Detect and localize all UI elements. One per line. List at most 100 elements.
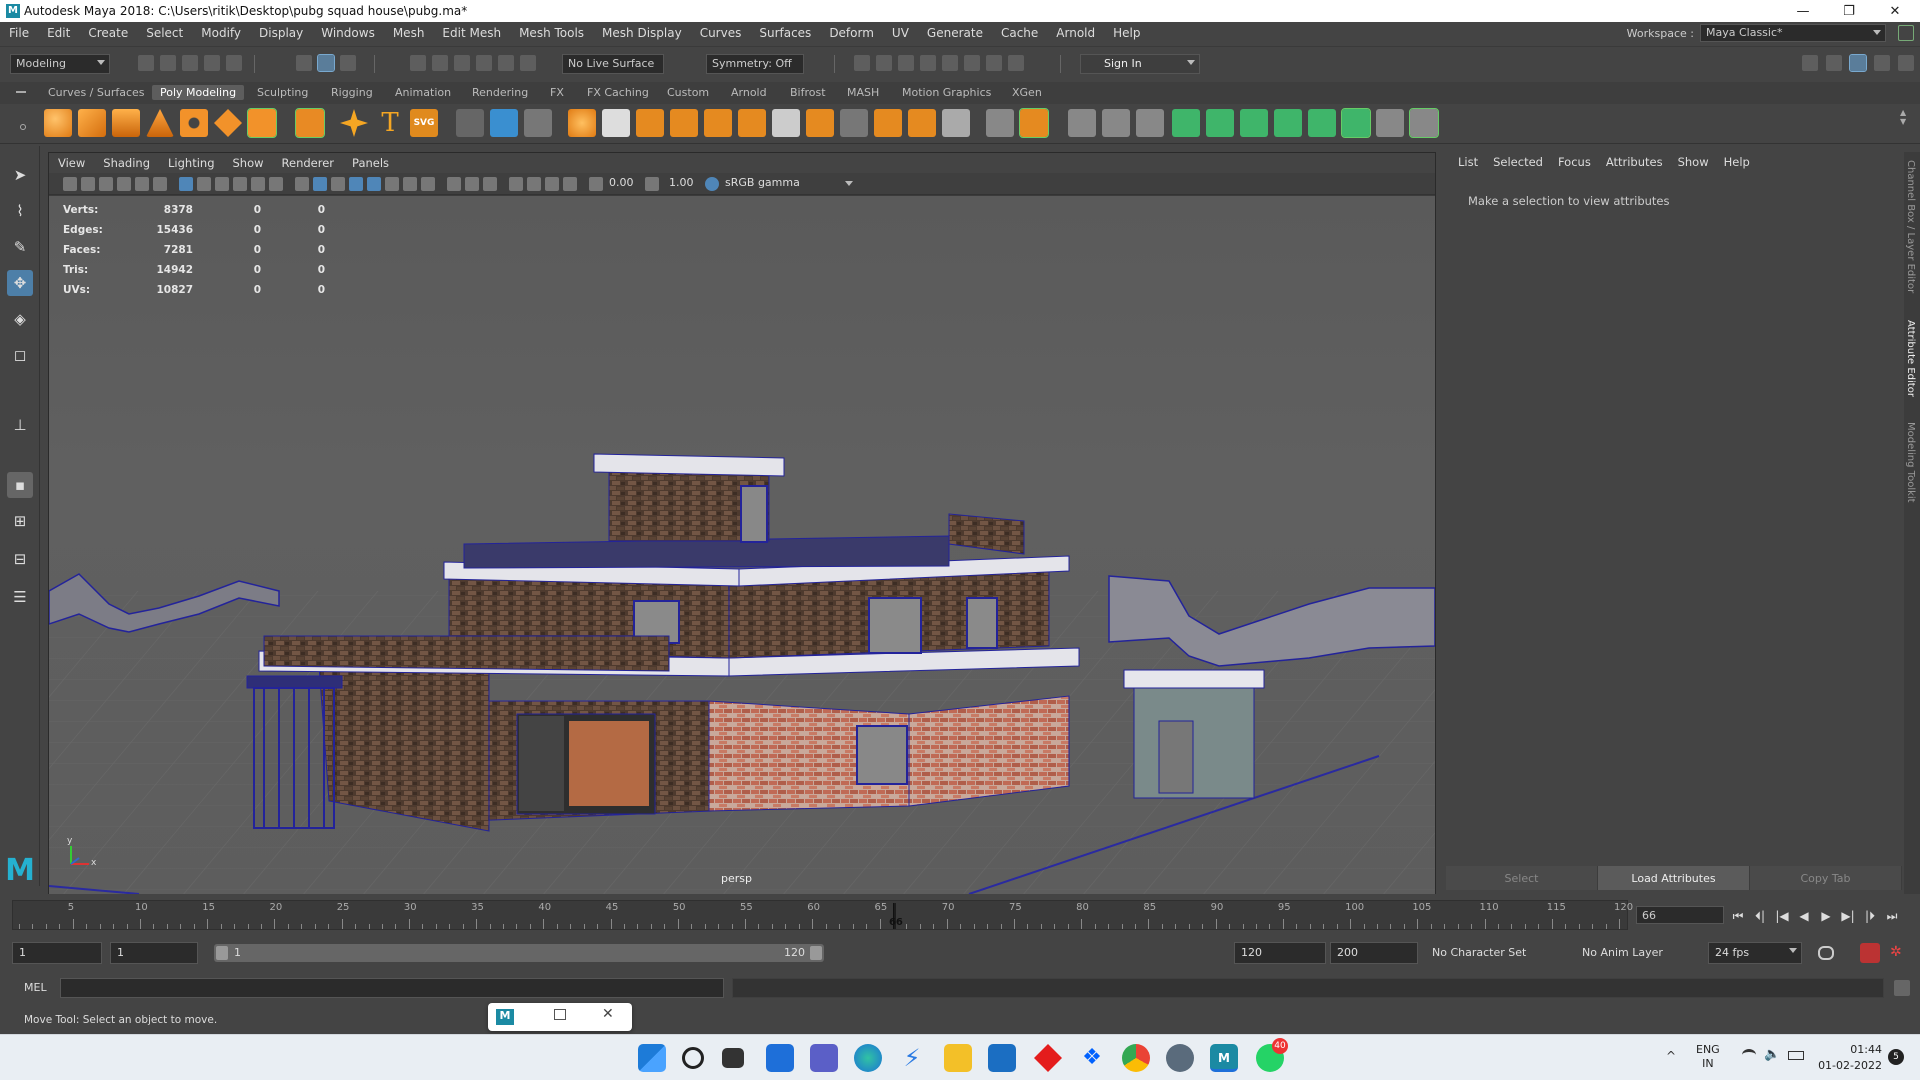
bevel-icon[interactable] <box>772 109 800 137</box>
xray-joints-icon[interactable] <box>563 177 577 191</box>
battery-icon[interactable] <box>1788 1051 1804 1060</box>
ae-menu-list[interactable]: List <box>1452 155 1487 169</box>
planar-uv-icon[interactable] <box>1206 109 1234 137</box>
viewport-scene[interactable]: Verts: 8378 0 0 Edges: 15436 0 0 Faces: 7281 0 0 … <box>49 196 1435 894</box>
target-weld-icon[interactable] <box>1068 109 1096 137</box>
menu-edit-mesh[interactable]: Edit Mesh <box>433 26 510 40</box>
script-editor-icon[interactable] <box>1894 980 1910 996</box>
render-settings-icon[interactable] <box>920 55 936 71</box>
menu-select[interactable]: Select <box>137 26 192 40</box>
smooth-icon[interactable] <box>568 109 596 137</box>
vp-menu-view[interactable]: View <box>49 156 94 170</box>
vp-menu-show[interactable]: Show <box>224 156 273 170</box>
chevron-down-icon[interactable] <box>845 181 853 186</box>
bridge-icon[interactable] <box>738 109 766 137</box>
close-button[interactable]: ✕ <box>1872 0 1918 22</box>
shelf-tab-motion-graphics[interactable]: Motion Graphics <box>902 85 991 100</box>
lock-icon[interactable] <box>1898 25 1914 41</box>
menu-cache[interactable]: Cache <box>992 26 1047 40</box>
xray-active-icon[interactable] <box>545 177 559 191</box>
poly-torus-icon[interactable] <box>180 109 208 137</box>
menu-mesh[interactable]: Mesh <box>384 26 434 40</box>
step-back-frame-icon[interactable]: |◀ <box>1774 908 1790 924</box>
snap-surface-icon[interactable] <box>520 55 536 71</box>
shelf-tab-rigging[interactable]: Rigging <box>331 85 373 100</box>
shelf-tab-sculpting[interactable]: Sculpting <box>257 85 308 100</box>
maximize-button[interactable]: ❐ <box>1826 0 1872 22</box>
menu-file[interactable]: File <box>0 26 38 40</box>
ae-menu-focus[interactable]: Focus <box>1552 155 1600 169</box>
whatsapp-icon[interactable]: 40 <box>1256 1038 1288 1072</box>
fps-dropdown[interactable]: 24 fps <box>1708 942 1802 964</box>
attribute-editor-toggle-icon[interactable] <box>1849 54 1867 72</box>
exposure-icon[interactable] <box>589 177 603 191</box>
single-perspective-layout-icon[interactable]: ▪ <box>7 472 33 498</box>
shelf-tab-animation[interactable]: Animation <box>395 85 451 100</box>
thunder-app-icon[interactable]: ⚡ <box>898 1044 926 1072</box>
time-slider-track[interactable]: 5 10 15 20 25 30 35 40 45 50 55 60 65 70 75 80 85 90 95 100… <box>12 900 1633 930</box>
insert-edge-loop-icon[interactable] <box>986 109 1014 137</box>
menu-generate[interactable]: Generate <box>918 26 992 40</box>
sweep-mesh-icon[interactable] <box>456 109 484 137</box>
append-to-polygon-icon[interactable] <box>840 109 868 137</box>
field-chart-icon[interactable] <box>251 177 265 191</box>
open-scene-icon[interactable] <box>160 55 176 71</box>
select-camera-icon[interactable] <box>63 177 77 191</box>
mirror-icon[interactable] <box>670 109 698 137</box>
shelf-tab-arnold[interactable]: Arnold <box>731 85 767 100</box>
redo-icon[interactable] <box>226 55 242 71</box>
step-back-key-icon[interactable]: ⏴| <box>1752 908 1768 924</box>
anim-layer-dropdown[interactable]: No Anim Layer <box>1582 946 1663 959</box>
lasso-tool-icon[interactable]: ⌇ <box>7 198 33 224</box>
use-all-lights-icon[interactable] <box>385 177 399 191</box>
start-menu-icon[interactable] <box>638 1044 666 1072</box>
pause-icon[interactable] <box>1008 55 1024 71</box>
menu-display[interactable]: Display <box>250 26 312 40</box>
new-scene-icon[interactable] <box>138 55 154 71</box>
menu-modify[interactable]: Modify <box>192 26 250 40</box>
snap-point-icon[interactable] <box>454 55 470 71</box>
menu-curves[interactable]: Curves <box>691 26 751 40</box>
dropbox-icon[interactable]: ❖ <box>1078 1044 1106 1072</box>
gate-mask-icon[interactable] <box>233 177 247 191</box>
bookmark-icon[interactable] <box>99 177 113 191</box>
menu-arnold[interactable]: Arnold <box>1047 26 1104 40</box>
tab-channel-box[interactable]: Channel Box / Layer Editor <box>1905 160 1916 293</box>
extrude-icon[interactable] <box>806 109 834 137</box>
menu-mesh-display[interactable]: Mesh Display <box>593 26 691 40</box>
ae-menu-selected[interactable]: Selected <box>1487 155 1552 169</box>
shelf-tab-curves-surfaces[interactable]: Curves / Surfaces <box>48 85 145 100</box>
channel-box-icon[interactable] <box>1898 55 1914 71</box>
tray-overflow-icon[interactable]: ^ <box>1666 1049 1676 1063</box>
shelf-tab-xgen[interactable]: XGen <box>1012 85 1042 100</box>
symmetry-dropdown[interactable]: Symmetry: Off <box>706 54 804 74</box>
menu-uv[interactable]: UV <box>883 26 918 40</box>
maximize-icon[interactable] <box>554 1009 566 1020</box>
widgets-icon[interactable] <box>766 1044 794 1072</box>
play-forward-icon[interactable]: ▶ <box>1818 908 1834 924</box>
volume-icon[interactable]: 🔈 <box>1764 1047 1780 1062</box>
auto-key-icon[interactable] <box>1860 943 1880 963</box>
animation-end-field[interactable]: 200 <box>1330 942 1418 964</box>
menu-edit[interactable]: Edit <box>38 26 79 40</box>
maya-taskbar-icon[interactable]: M <box>1210 1044 1238 1072</box>
four-view-layout-icon[interactable]: ⊞ <box>7 508 33 534</box>
poly-cone-icon[interactable] <box>146 109 174 137</box>
wifi-icon[interactable] <box>1742 1049 1756 1061</box>
menu-windows[interactable]: Windows <box>312 26 384 40</box>
exposure-field[interactable]: 0.00 <box>609 176 634 189</box>
color-management-icon[interactable] <box>705 177 719 191</box>
grease-pencil-icon[interactable] <box>153 177 167 191</box>
step-forward-frame-icon[interactable]: ▶| <box>1840 908 1856 924</box>
grid-icon[interactable] <box>179 177 193 191</box>
undo-icon[interactable] <box>204 55 220 71</box>
snap-live-icon[interactable] <box>498 55 514 71</box>
snap-curve-icon[interactable] <box>432 55 448 71</box>
minimize-button[interactable]: — <box>1780 0 1826 22</box>
wireframe-icon[interactable] <box>295 177 309 191</box>
spherical-uv-icon[interactable] <box>1274 109 1302 137</box>
select-tool-icon[interactable]: ➤ <box>7 162 33 188</box>
step-forward-key-icon[interactable]: |⏵ <box>1862 908 1878 924</box>
combine-icon[interactable] <box>490 109 518 137</box>
offset-edge-loop-icon[interactable] <box>1102 109 1130 137</box>
